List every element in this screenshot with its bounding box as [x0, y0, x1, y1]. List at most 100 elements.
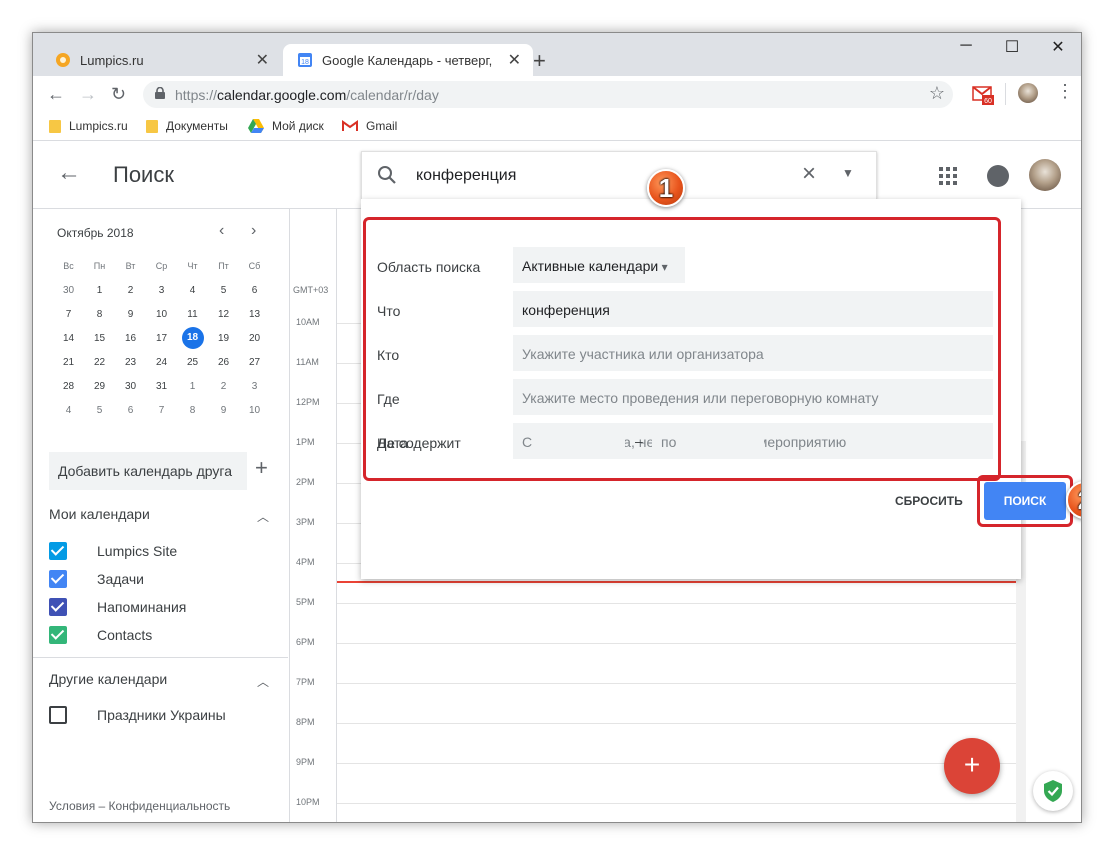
weekday-label: Чт [187, 261, 198, 271]
mini-calendar-day[interactable]: 10 [146, 309, 177, 320]
tab-google-calendar[interactable]: 18 Google Календарь - четверг, 18 октябр… [283, 44, 533, 76]
mini-calendar-day[interactable]: 15 [84, 333, 115, 344]
mini-calendar-day[interactable]: 30 [115, 381, 146, 392]
mini-calendar-day[interactable]: 4 [177, 285, 208, 296]
hour-label: 7PM [296, 677, 315, 687]
calendar-checkbox[interactable] [49, 598, 67, 616]
mini-calendar-day[interactable]: 23 [115, 357, 146, 368]
mini-calendar-day[interactable]: 9 [115, 309, 146, 320]
mini-calendar-day[interactable]: 2 [115, 285, 146, 296]
calendar-checkbox[interactable] [49, 626, 67, 644]
apps-grid-icon[interactable] [939, 167, 957, 185]
my-calendars-header[interactable]: Мои календари [49, 506, 150, 522]
mini-calendar-day[interactable]: 10 [239, 405, 270, 416]
mini-calendar-day[interactable]: 5 [208, 285, 239, 296]
bookmark-my-drive[interactable]: Мой диск [248, 119, 324, 133]
new-tab-button[interactable]: + [533, 48, 546, 74]
mini-calendar-day[interactable]: 4 [53, 405, 84, 416]
calendar-checkbox[interactable] [49, 542, 67, 560]
search-options-dropdown-icon[interactable]: ▼ [842, 166, 854, 180]
mini-calendar-day[interactable]: 3 [239, 381, 270, 392]
bookmark-documents[interactable]: Документы [146, 119, 228, 133]
mini-calendar-day[interactable]: 13 [239, 309, 270, 320]
gmail-extension-icon[interactable]: 60 [972, 83, 994, 105]
chevron-up-icon[interactable]: ︿ [257, 508, 269, 525]
back-arrow-icon[interactable]: ← [57, 159, 81, 187]
mini-calendar-day[interactable]: 16 [115, 333, 146, 344]
mini-calendar-day[interactable]: 5 [84, 405, 115, 416]
maximize-button[interactable]: ☐ [989, 37, 1035, 57]
add-calendar-plus-icon[interactable]: + [255, 455, 268, 481]
mini-calendar-day[interactable]: 27 [239, 357, 270, 368]
calendar-item[interactable]: Lumpics Site [49, 542, 177, 560]
security-shield-icon[interactable] [1033, 771, 1073, 811]
calendar-item[interactable]: Праздники Украины [49, 706, 226, 724]
next-month-button[interactable]: › [251, 222, 256, 240]
mini-calendar-day[interactable]: 14 [53, 333, 84, 344]
mini-calendar-day[interactable]: 6 [239, 285, 270, 296]
tab-lumpics[interactable]: Lumpics.ru ✕ [41, 44, 281, 76]
week-row: 30 1 2 3 4 5 6 [53, 278, 270, 302]
mini-calendar-day[interactable]: 9 [208, 405, 239, 416]
mini-calendar-day[interactable]: 22 [84, 357, 115, 368]
url-field[interactable]: https://calendar.google.com/calendar/r/d… [143, 81, 953, 108]
weekday-label: Вт [125, 261, 136, 271]
mini-calendar-day[interactable]: 1 [84, 285, 115, 296]
avatar[interactable] [1029, 159, 1061, 191]
mini-calendar-day[interactable]: 20 [239, 333, 270, 344]
search-bar[interactable]: конференция × ▼ [361, 151, 877, 199]
mini-calendar-day[interactable]: 19 [208, 333, 239, 344]
mini-calendar-day[interactable]: 24 [146, 357, 177, 368]
mini-calendar-day[interactable]: 8 [84, 309, 115, 320]
mini-calendar-day[interactable]: 28 [53, 381, 84, 392]
mini-calendar-day[interactable]: 30 [53, 285, 84, 296]
bookmark-star-icon[interactable]: ☆ [929, 83, 945, 104]
bookmark-gmail[interactable]: Gmail [342, 119, 397, 133]
calendar-item[interactable]: Напоминания [49, 598, 186, 616]
profile-extension-icon[interactable] [1018, 83, 1038, 103]
search-input[interactable]: конференция [416, 167, 516, 185]
calendar-item[interactable]: Contacts [49, 626, 152, 644]
mini-calendar-day[interactable]: 6 [115, 405, 146, 416]
other-calendars-header[interactable]: Другие календари [49, 671, 167, 687]
forward-arrow-icon[interactable]: → [79, 84, 97, 105]
mini-calendar-day[interactable]: 1 [177, 381, 208, 392]
reload-icon[interactable]: ↻ [111, 84, 126, 105]
close-window-button[interactable]: ✕ [1035, 37, 1081, 57]
calendar-checkbox[interactable] [49, 706, 67, 724]
bookmark-lumpics[interactable]: Lumpics.ru [49, 119, 128, 133]
mini-calendar-day[interactable]: 12 [208, 309, 239, 320]
add-friend-calendar-input[interactable]: Добавить календарь друга [49, 452, 247, 490]
minimize-button[interactable]: ─ [943, 37, 989, 55]
mini-calendar-day[interactable]: 7 [53, 309, 84, 320]
calendar-item[interactable]: Задачи [49, 570, 144, 588]
search-button[interactable]: ПОИСК [984, 482, 1066, 520]
calendar-checkbox[interactable] [49, 570, 67, 588]
mini-calendar-day[interactable]: 29 [84, 381, 115, 392]
mini-calendar-day[interactable]: 31 [146, 381, 177, 392]
create-event-button[interactable]: + [944, 738, 1000, 794]
mini-calendar-day[interactable]: 26 [208, 357, 239, 368]
mini-calendar-day[interactable]: 17 [146, 333, 177, 344]
hour-label: 11AM [296, 357, 319, 367]
mini-calendar-day[interactable]: 21 [53, 357, 84, 368]
back-arrow-icon[interactable]: ← [47, 84, 65, 105]
browser-menu-icon[interactable]: ⋮ [1056, 81, 1074, 102]
clear-search-icon[interactable]: × [802, 160, 816, 188]
mini-calendar-day[interactable]: 2 [208, 381, 239, 392]
mini-calendar-today[interactable]: 18 [177, 327, 208, 349]
notifications-icon[interactable] [987, 165, 1009, 187]
mini-calendar-day[interactable]: 8 [177, 405, 208, 416]
mini-calendar-day[interactable]: 25 [177, 357, 208, 368]
close-tab-icon[interactable]: ✕ [508, 50, 521, 70]
page-title: Поиск [113, 162, 174, 187]
close-tab-icon[interactable]: ✕ [256, 50, 269, 70]
hour-label: 8PM [296, 717, 315, 727]
mini-calendar-day[interactable]: 11 [177, 309, 208, 320]
mini-calendar-day[interactable]: 3 [146, 285, 177, 296]
terms-privacy-link[interactable]: Условия – Конфиденциальность [49, 799, 230, 813]
chevron-up-icon[interactable]: ︿ [257, 673, 269, 690]
reset-button[interactable]: СБРОСИТЬ [895, 494, 963, 508]
mini-calendar-day[interactable]: 7 [146, 405, 177, 416]
prev-month-button[interactable]: ‹ [219, 222, 224, 240]
